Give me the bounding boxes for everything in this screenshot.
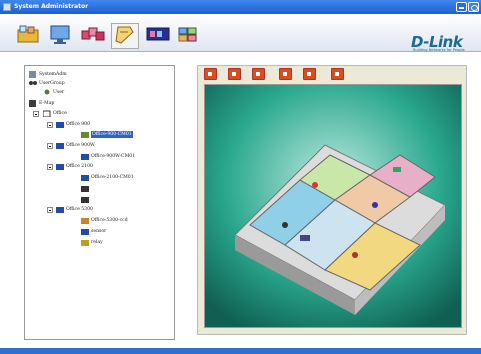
film-strip-button[interactable] (145, 23, 173, 49)
camera-icon (81, 218, 89, 224)
window-title: System Administrator (14, 3, 89, 10)
notes-button[interactable] (111, 23, 139, 49)
user-group-icon (29, 81, 37, 85)
minimize-button[interactable] (456, 2, 467, 12)
camera-icon (81, 132, 89, 138)
zoom-in-icon[interactable] (228, 68, 241, 80)
toolbar: D-Link Building Networks for People (0, 14, 481, 52)
collapse-toggle[interactable] (33, 111, 39, 117)
camera-group-icon (81, 27, 105, 41)
app-icon (3, 3, 11, 11)
home-icon[interactable] (204, 68, 217, 80)
camera-icon (81, 197, 89, 203)
camera-icon (81, 186, 89, 192)
status-bar (0, 348, 481, 354)
main-content: SystemAdm UserGroup User E-Map Office Of… (0, 52, 481, 348)
tree-item-label: relay (91, 240, 103, 245)
close-button[interactable] (468, 2, 479, 12)
zoom-out-icon[interactable] (279, 68, 292, 80)
tree-item-label: Office-5300-ccd (91, 218, 128, 223)
camera-icon (81, 175, 89, 181)
tree-item-label: User (53, 90, 65, 95)
monitor-button[interactable] (48, 23, 76, 49)
sensor-icon (81, 229, 89, 235)
tree-item-label: Office 900W (66, 143, 95, 148)
relay-icon (81, 240, 89, 246)
floor-plan-map[interactable] (204, 84, 462, 328)
collapse-toggle[interactable] (47, 207, 53, 213)
camera-folder-icon (56, 122, 64, 128)
device-tree: SystemAdm UserGroup User E-Map Office Of… (25, 66, 174, 339)
collapse-toggle[interactable] (47, 143, 53, 149)
tree-item-label: UserGroup (39, 81, 65, 86)
device-tree-panel: SystemAdm UserGroup User E-Map Office Of… (24, 65, 175, 340)
camera-folder-icon (56, 164, 64, 170)
users-folder-icon (17, 25, 39, 43)
film-strip-icon (146, 27, 170, 41)
tree-item-label: Office-900-CM01 (91, 131, 133, 138)
camera-icon (81, 154, 89, 160)
users-folder-button[interactable] (16, 23, 44, 49)
camera-group-button[interactable] (80, 23, 108, 49)
map-toolbar (198, 66, 466, 84)
app-window: System Administrator D-Link Building Net… (0, 0, 481, 354)
camera-folder-icon (56, 143, 64, 149)
info-icon[interactable] (331, 68, 344, 80)
tree-item-label: Office 900 (66, 122, 91, 127)
tree-item-label: Office-900W-CM01 (91, 154, 136, 159)
grid-layout-button[interactable] (176, 23, 204, 49)
collapse-toggle[interactable] (47, 164, 53, 170)
monitor-icon (50, 25, 70, 44)
fit-icon[interactable] (303, 68, 316, 80)
tree-item-label: Office-2100-CM01 (91, 175, 134, 180)
admin-icon (29, 71, 36, 78)
tree-item-label: SystemAdm (39, 72, 67, 77)
title-bar: System Administrator (0, 0, 481, 14)
tree-item-label: Office (53, 111, 67, 116)
user-icon (44, 89, 50, 95)
grid-layout-icon (178, 27, 197, 42)
emap-viewer (197, 65, 467, 335)
collapse-toggle[interactable] (47, 122, 53, 128)
notes-icon (115, 26, 134, 44)
tree-item-label: E-Map (39, 101, 55, 106)
emap-icon (29, 100, 36, 107)
folder-icon (43, 110, 51, 117)
tree-item-label: Office 5300 (66, 207, 93, 212)
pan-icon[interactable] (252, 68, 265, 80)
tree-item-label: sensor (91, 229, 107, 234)
floor-plan-image (205, 85, 461, 327)
tree-item-label: Office 2100 (66, 164, 93, 169)
camera-folder-icon (56, 207, 64, 213)
